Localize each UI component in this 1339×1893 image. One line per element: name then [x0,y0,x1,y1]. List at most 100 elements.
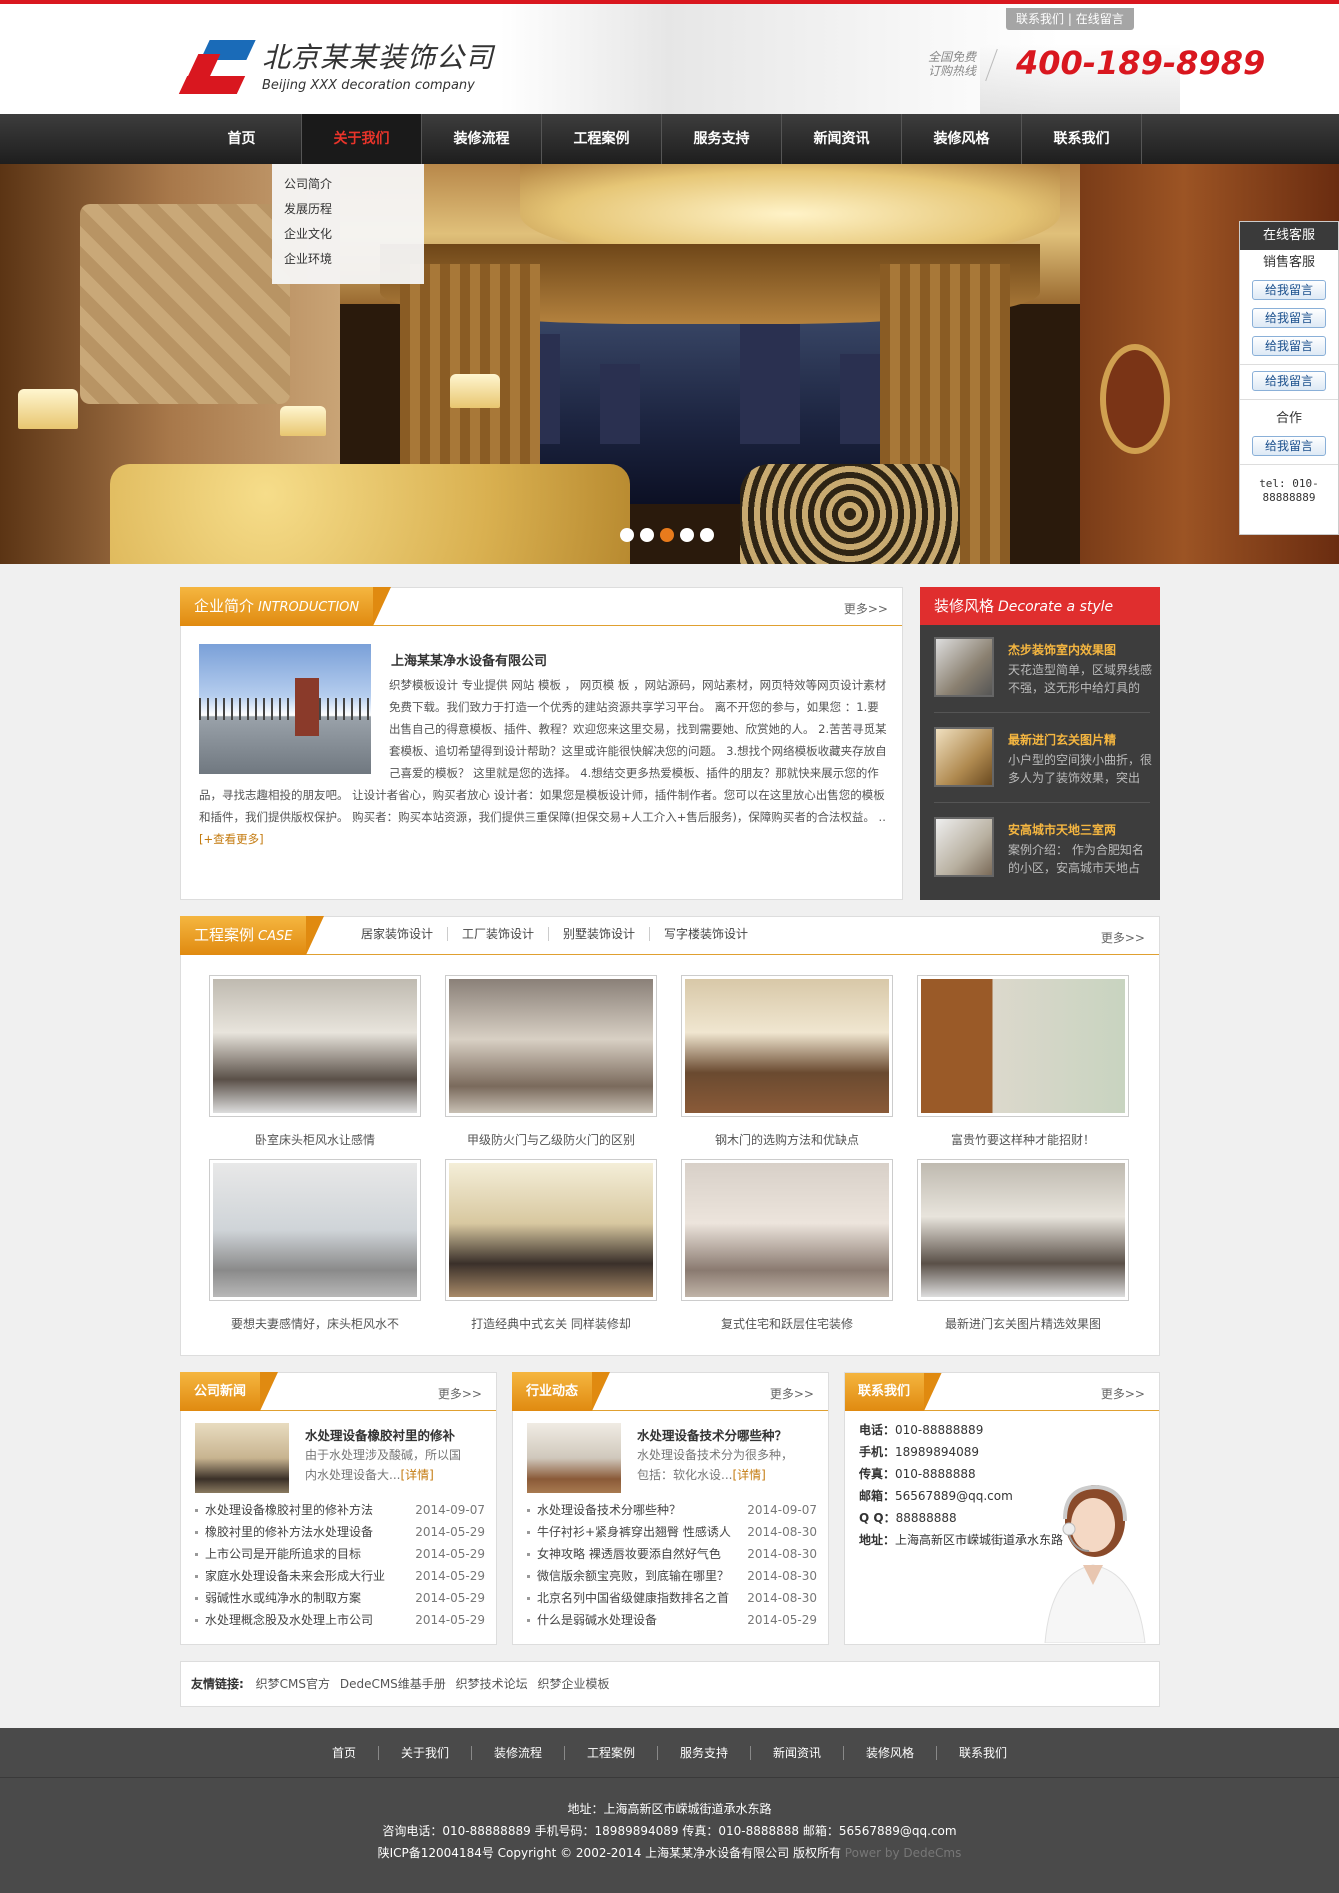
case-item[interactable]: 卧室床头柜风水让感情 [209,975,421,1148]
leave-message-button-5[interactable]: 给我留言 [1252,436,1326,456]
dropdown-item-history[interactable]: 发展历程 [272,197,424,222]
style-item-title[interactable]: 安高城市天地三室两 [1008,821,1116,838]
leave-message-button-4[interactable]: 给我留言 [1252,371,1326,391]
case-caption[interactable]: 卧室床头柜风水让感情 [209,1131,421,1148]
nav-item-about[interactable]: 关于我们 [302,114,422,164]
footer-nav-news[interactable]: 新闻资讯 [751,1745,845,1760]
case-thumbnail[interactable] [681,975,893,1117]
tab-factory-design[interactable]: 工厂装饰设计 [448,927,550,941]
contact-more-link[interactable]: 更多>> [1101,1385,1145,1402]
news-item-title[interactable]: 上市公司是开能所追求的目标 [205,1547,361,1561]
case-thumbnail[interactable] [445,1159,657,1301]
tab-home-design[interactable]: 居家装饰设计 [347,927,449,941]
banner-dot-1[interactable] [620,528,634,542]
list-item[interactable]: 微信版余额宝亮败，到底输在哪里？ 2014-08-30 [527,1565,817,1587]
news-detail-link[interactable]: [详情] [400,1468,433,1482]
case-caption[interactable]: 最新进门玄关图片精选效果图 [917,1315,1129,1332]
cases-more-link[interactable]: 更多>> [1101,929,1145,946]
case-thumbnail[interactable] [681,1159,893,1301]
list-item[interactable]: 北京名列中国省级健康指数排名之首 2014-08-30 [527,1587,817,1609]
top-link-contact[interactable]: 联系我们 [1016,12,1064,26]
industry-item-title[interactable]: 北京名列中国省级健康指数排名之首 [537,1591,729,1605]
news-item-title[interactable]: 家庭水处理设备未来会形成大行业 [205,1569,385,1583]
industry-detail-link[interactable]: [详情] [732,1468,765,1482]
nav-item-process[interactable]: 装修流程 [422,114,542,164]
dropdown-item-profile[interactable]: 公司简介 [272,172,424,197]
industry-more-link[interactable]: 更多>> [770,1385,814,1402]
industry-item-title[interactable]: 微信版余额宝亮败，到底输在哪里？ [537,1569,729,1583]
case-caption[interactable]: 要想夫妻感情好，床头柜风水不 [209,1315,421,1332]
case-thumbnail[interactable] [209,1159,421,1301]
banner-dot-4[interactable] [680,528,694,542]
case-item[interactable]: 钢木门的选购方法和优缺点 [681,975,893,1148]
list-item[interactable]: 什么是弱碱水处理设备 2014-05-29 [527,1609,817,1631]
news-more-link[interactable]: 更多>> [438,1385,482,1402]
tab-office-design[interactable]: 写字楼装饰设计 [650,927,762,941]
style-item[interactable]: 最新进门玄关图片精 小户型的空间狭小曲折，很多人为了装饰效果，突出 [934,727,1152,803]
list-item[interactable]: 家庭水处理设备未来会形成大行业 2014-05-29 [195,1565,485,1587]
news-item-title[interactable]: 水处理概念股及水处理上市公司 [205,1613,373,1627]
banner-dot-2[interactable] [640,528,654,542]
nav-item-home[interactable]: 首页 [182,114,302,164]
leave-message-button-2[interactable]: 给我留言 [1252,308,1326,328]
case-item[interactable]: 甲级防火门与乙级防火门的区别 [445,975,657,1148]
footer-nav-cases[interactable]: 工程案例 [565,1745,658,1760]
friend-link[interactable]: 织梦CMS官方 [256,1677,330,1691]
case-caption[interactable]: 复式住宅和跃层住宅装修 [681,1315,893,1332]
news-thumbnail[interactable] [195,1423,289,1493]
news-item-title[interactable]: 弱碱性水或纯净水的制取方案 [205,1591,361,1605]
case-caption[interactable]: 打造经典中式玄关 同样装修却 [445,1315,657,1332]
footer-nav-process[interactable]: 装修流程 [472,1745,565,1760]
news-item-title[interactable]: 水处理设备橡胶衬里的修补方法 [205,1503,373,1517]
dropdown-item-culture[interactable]: 企业文化 [272,222,424,247]
banner-dot-5[interactable] [700,528,714,542]
nav-item-news[interactable]: 新闻资讯 [782,114,902,164]
logo-icon[interactable] [178,40,256,96]
industry-item-title[interactable]: 水处理设备技术分哪些种？ [537,1503,681,1517]
industry-item-title[interactable]: 什么是弱碱水处理设备 [537,1613,657,1627]
case-item[interactable]: 复式住宅和跃层住宅装修 [681,1159,893,1332]
industry-thumbnail[interactable] [527,1423,621,1493]
industry-item-title[interactable]: 牛仔衬衫+紧身裤穿出翘臀 性感诱人 [537,1525,731,1539]
case-caption[interactable]: 钢木门的选购方法和优缺点 [681,1131,893,1148]
leave-message-button-1[interactable]: 给我留言 [1252,280,1326,300]
dropdown-item-environment[interactable]: 企业环境 [272,247,424,272]
nav-item-support[interactable]: 服务支持 [662,114,782,164]
tab-villa-design[interactable]: 别墅装饰设计 [549,927,651,941]
list-item[interactable]: 牛仔衬衫+紧身裤穿出翘臀 性感诱人 2014-08-30 [527,1521,817,1543]
friend-link[interactable]: DedeCMS维基手册 [340,1677,446,1691]
news-item-title[interactable]: 橡胶衬里的修补方法水处理设备 [205,1525,373,1539]
list-item[interactable]: 女神攻略 裸透唇妆要添自然好气色 2014-08-30 [527,1543,817,1565]
list-item[interactable]: 弱碱性水或纯净水的制取方案 2014-05-29 [195,1587,485,1609]
style-item[interactable]: 安高城市天地三室两 案例介绍： 作为合肥知名的小区，安高城市天地占 [934,817,1150,893]
footer-nav-home[interactable]: 首页 [310,1745,379,1760]
case-thumbnail[interactable] [209,975,421,1117]
friend-link[interactable]: 织梦企业模板 [537,1677,609,1691]
list-item[interactable]: 橡胶衬里的修补方法水处理设备 2014-05-29 [195,1521,485,1543]
intro-read-more-link[interactable]: [+查看更多] [199,832,264,846]
style-item-title[interactable]: 杰步装饰室内效果图 [1008,641,1116,658]
case-thumbnail[interactable] [445,975,657,1117]
case-caption[interactable]: 富贵竹要这样种才能招财！ [917,1131,1129,1148]
style-item-title[interactable]: 最新进门玄关图片精 [1008,731,1116,748]
list-item[interactable]: 上市公司是开能所追求的目标 2014-05-29 [195,1543,485,1565]
footer-nav-about[interactable]: 关于我们 [379,1745,472,1760]
case-thumbnail[interactable] [917,1159,1129,1301]
leave-message-button-3[interactable]: 给我留言 [1252,336,1326,356]
nav-item-style[interactable]: 装修风格 [902,114,1022,164]
case-thumbnail[interactable] [917,975,1129,1117]
top-link-message[interactable]: 在线留言 [1076,12,1124,26]
footer-nav-style[interactable]: 装修风格 [844,1745,938,1760]
case-item[interactable]: 打造经典中式玄关 同样装修却 [445,1159,657,1332]
friend-link[interactable]: 织梦技术论坛 [456,1677,528,1691]
news-featured-title[interactable]: 水处理设备橡胶衬里的修补 [305,1425,455,1444]
list-item[interactable]: 水处理概念股及水处理上市公司 2014-05-29 [195,1609,485,1631]
industry-item-title[interactable]: 女神攻略 裸透唇妆要添自然好气色 [537,1547,721,1561]
case-item[interactable]: 最新进门玄关图片精选效果图 [917,1159,1129,1332]
banner-dot-3[interactable] [660,528,674,542]
style-item[interactable]: 杰步装饰室内效果图 天花造型简单，区域界线感不强，这无形中给灯具的 [934,637,1152,713]
footer-nav-support[interactable]: 服务支持 [658,1745,752,1760]
nav-item-cases[interactable]: 工程案例 [542,114,662,164]
list-item[interactable]: 水处理设备橡胶衬里的修补方法 2014-09-07 [195,1499,485,1521]
case-caption[interactable]: 甲级防火门与乙级防火门的区别 [445,1131,657,1148]
